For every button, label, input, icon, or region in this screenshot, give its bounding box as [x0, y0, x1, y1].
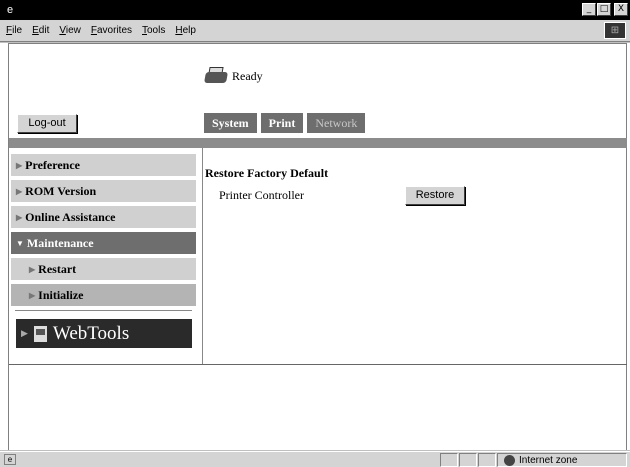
header-divider-bar — [9, 138, 627, 148]
menu-favorites[interactable]: Favorites — [91, 25, 132, 36]
sidebar-subitem-restart[interactable]: ▶ Restart — [11, 258, 196, 280]
triangle-down-icon: ▼ — [16, 238, 24, 248]
windows-logo-icon: ⊞ — [604, 22, 626, 39]
title-bar: e _ □ X — [0, 0, 630, 20]
footer-divider — [9, 364, 627, 365]
triangle-right-icon: ▶ — [29, 290, 36, 300]
sidebar-item-rom-version[interactable]: ▶ ROM Version — [11, 180, 196, 202]
sidebar-item-label: Preference — [25, 157, 81, 172]
page-content: Ready Log-out System Print Network ▶ Pre… — [8, 43, 627, 450]
triangle-right-icon: ▶ — [16, 160, 23, 170]
zone-text: Internet zone — [519, 454, 578, 466]
sidebar-divider — [15, 310, 192, 311]
sidebar-item-label: Initialize — [38, 287, 84, 302]
menu-bar: File Edit View Favorites Tools Help ⊞ — [0, 20, 630, 42]
triangle-right-icon: ▶ — [16, 212, 23, 222]
tab-print[interactable]: Print — [260, 113, 304, 133]
status-text: Ready — [232, 68, 263, 83]
triangle-right-icon: ▶ — [16, 186, 23, 196]
printer-status: Ready — [203, 66, 263, 86]
menu-tools[interactable]: Tools — [142, 25, 165, 36]
minimize-button[interactable]: _ — [582, 3, 596, 16]
sidebar-item-label: Maintenance — [26, 235, 94, 250]
globe-icon — [504, 454, 515, 466]
printer-icon — [203, 66, 229, 86]
logout-button[interactable]: Log-out — [17, 114, 77, 133]
sidebar-item-online-assistance[interactable]: ▶ Online Assistance — [11, 206, 196, 228]
main-tabs: System Print Network — [204, 113, 366, 133]
sidebar-item-label: Restart — [38, 261, 77, 276]
right-frame-edge — [626, 43, 630, 450]
sidebar-item-preference[interactable]: ▶ Preference — [11, 154, 196, 176]
menu-file[interactable]: File — [6, 25, 22, 36]
sidebar-subitem-initialize[interactable]: ▶ Initialize — [11, 284, 196, 306]
printer-controller-label: Printer Controller — [219, 188, 304, 202]
status-cell — [440, 453, 458, 467]
tab-system[interactable]: System — [204, 113, 257, 133]
triangle-right-icon: ▶ — [29, 264, 36, 274]
restore-button[interactable]: Restore — [405, 186, 465, 205]
ie-app-icon[interactable]: e — [3, 3, 17, 17]
window-controls: _ □ X — [582, 3, 628, 16]
sidebar-item-label: Online Assistance — [25, 209, 116, 224]
triangle-right-icon: ▶ — [21, 328, 28, 338]
webtools-link[interactable]: ▶ WebTools — [16, 319, 192, 348]
sidebar-item-maintenance[interactable]: ▼ Maintenance — [11, 232, 196, 254]
left-frame-edge — [0, 43, 8, 450]
maximize-button[interactable]: □ — [597, 3, 611, 16]
status-bar: e Internet zone — [0, 451, 630, 467]
tab-network[interactable]: Network — [307, 113, 366, 133]
page-status-icon: e — [4, 454, 16, 465]
menu-view[interactable]: View — [59, 25, 81, 36]
fiery-icon — [33, 325, 47, 342]
section-title: Restore Factory Default — [205, 166, 329, 180]
menu-edit[interactable]: Edit — [32, 25, 49, 36]
security-zone: Internet zone — [497, 453, 627, 467]
vertical-divider — [202, 148, 203, 364]
close-button[interactable]: X — [614, 3, 628, 16]
status-cell — [459, 453, 477, 467]
sidebar-item-label: ROM Version — [25, 183, 97, 198]
sidebar-nav: ▶ Preference ▶ ROM Version ▶ Online Assi… — [11, 154, 196, 348]
menu-help[interactable]: Help — [175, 25, 196, 36]
status-cell — [478, 453, 496, 467]
webtools-label: WebTools — [52, 322, 130, 344]
